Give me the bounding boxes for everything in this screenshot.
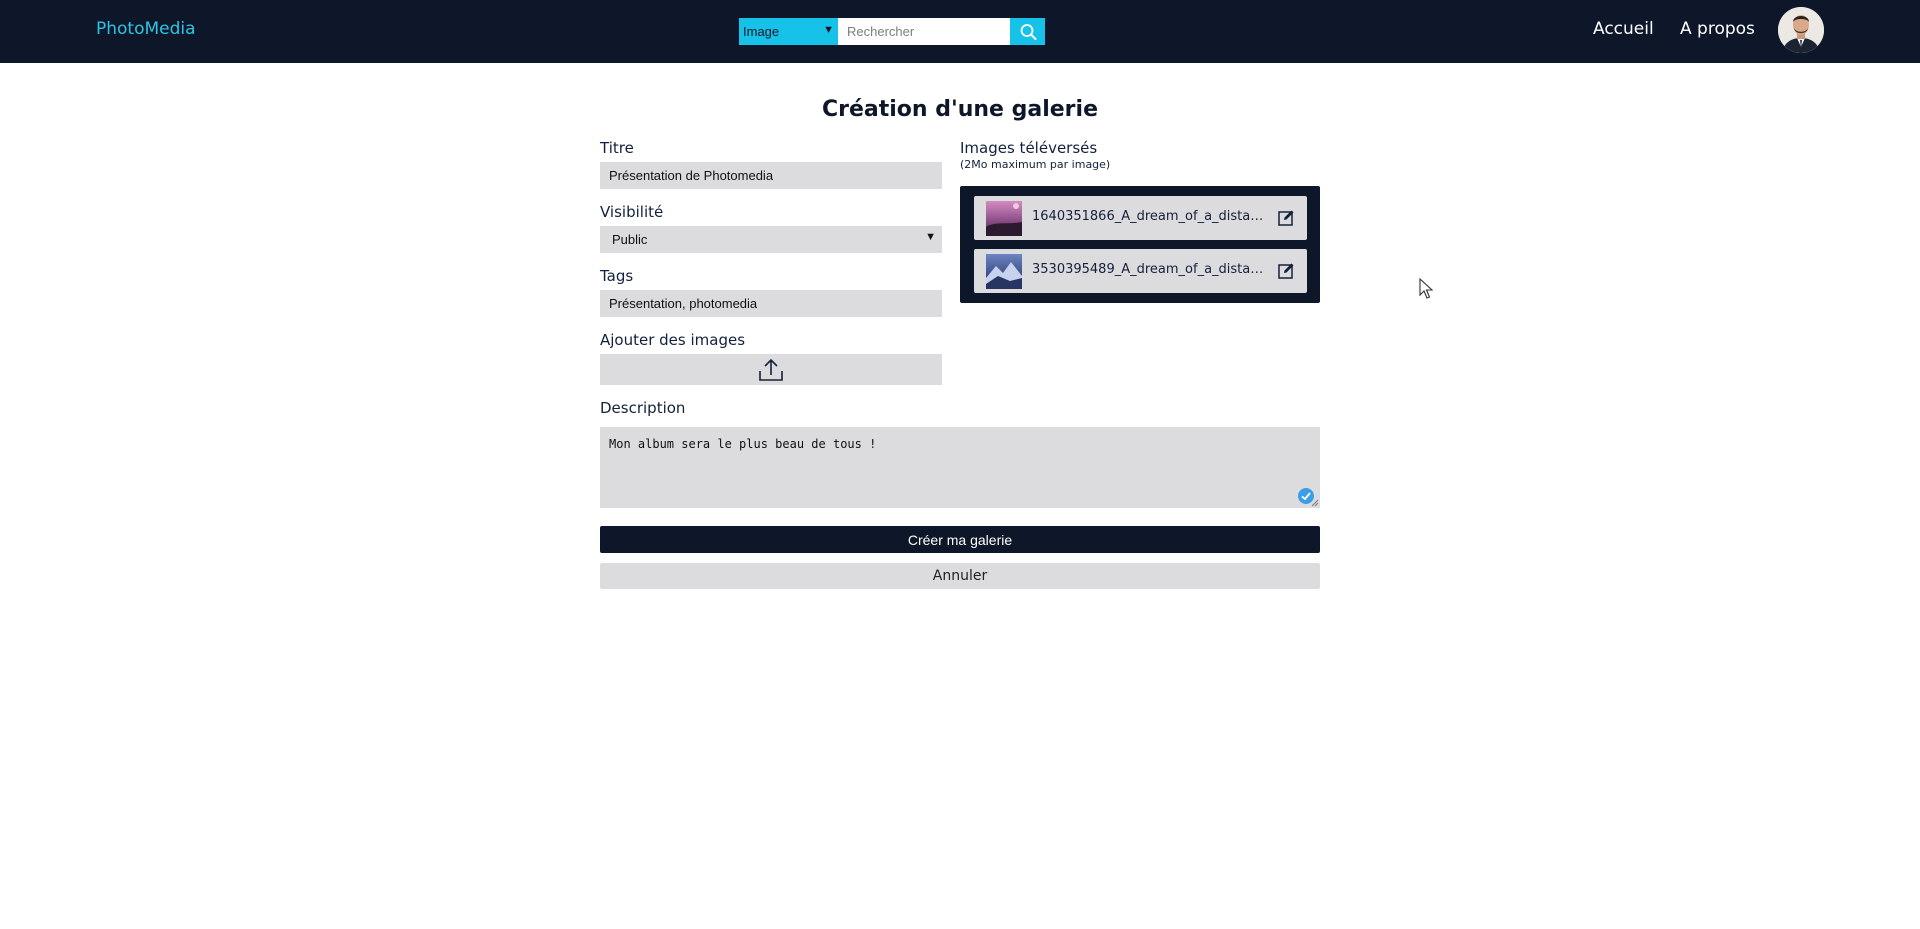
- chevron-down-icon: ▼: [925, 231, 936, 243]
- brand-logo[interactable]: PhotoMedia: [96, 19, 196, 39]
- resize-handle-icon[interactable]: [1311, 499, 1319, 507]
- tags-label: Tags: [600, 267, 634, 285]
- create-gallery-button[interactable]: Créer ma galerie: [600, 526, 1320, 553]
- search-button[interactable]: [1010, 18, 1045, 45]
- avatar[interactable]: [1778, 7, 1824, 53]
- search-type-value: Image: [743, 24, 780, 39]
- title-label: Titre: [600, 139, 634, 157]
- title-input[interactable]: Présentation de Photomedia: [600, 162, 942, 189]
- image-thumbnail: [986, 254, 1022, 289]
- uploaded-image-item[interactable]: 3530395489_A_dream_of_a_distant_galaxy: [974, 249, 1307, 293]
- image-thumbnail: [986, 201, 1022, 236]
- upload-icon: [759, 358, 783, 381]
- uploaded-images-note: (2Mo maximum par image): [960, 158, 1111, 171]
- description-textarea[interactable]: Mon album sera le plus beau de tous !: [600, 427, 1320, 508]
- user-avatar-icon: [1778, 7, 1824, 53]
- nav-link-home[interactable]: Accueil: [1593, 19, 1654, 39]
- uploaded-image-item[interactable]: 1640351866_A_dream_of_a_distant_galaxy: [974, 196, 1307, 240]
- search-input[interactable]: [838, 18, 1010, 45]
- description-value: Mon album sera le plus beau de tous !: [609, 437, 877, 451]
- navbar: PhotoMedia Image ▼ Accueil A propos: [0, 0, 1920, 63]
- mouse-cursor-icon: [1419, 278, 1433, 299]
- search-bar: Image ▼: [739, 18, 1045, 45]
- tags-input-value: Présentation, photomedia: [609, 296, 758, 311]
- chevron-down-icon: ▼: [823, 24, 834, 36]
- search-type-select[interactable]: Image ▼: [739, 18, 838, 45]
- search-icon: [1020, 23, 1036, 40]
- tags-input[interactable]: Présentation, photomedia: [600, 290, 942, 317]
- nav-link-about[interactable]: A propos: [1680, 19, 1755, 39]
- add-images-button[interactable]: [600, 354, 942, 385]
- add-images-label: Ajouter des images: [600, 331, 746, 349]
- cancel-button[interactable]: Annuler: [600, 563, 1320, 589]
- uploaded-images-panel: 1640351866_A_dream_of_a_distant_galaxy 3…: [960, 186, 1320, 303]
- uploaded-file-name: 3530395489_A_dream_of_a_distant_galaxy: [1032, 262, 1268, 277]
- description-label: Description: [600, 399, 686, 417]
- edit-icon[interactable]: [1277, 262, 1295, 280]
- title-input-value: Présentation de Photomedia: [609, 168, 774, 183]
- visibility-select[interactable]: Public ▼: [600, 226, 942, 253]
- uploaded-images-title: Images téléversés: [960, 139, 1098, 157]
- page-title: Création d'une galerie: [821, 97, 1098, 122]
- visibility-label: Visibilité: [600, 203, 664, 221]
- uploaded-file-name: 1640351866_A_dream_of_a_distant_galaxy: [1032, 209, 1268, 224]
- visibility-select-value: Public: [612, 232, 648, 247]
- edit-icon[interactable]: [1277, 209, 1295, 227]
